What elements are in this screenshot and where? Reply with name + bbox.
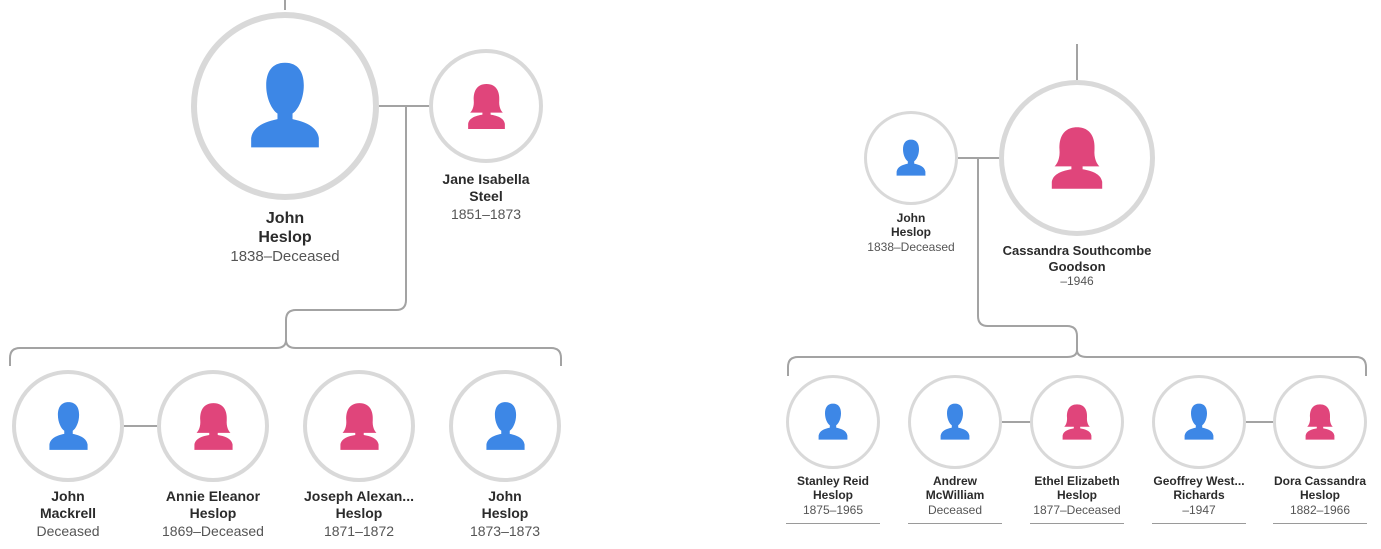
- female-person-icon: [193, 402, 233, 450]
- person-life-dates: 1838–Deceased: [230, 248, 340, 266]
- person-avatar-circle[interactable]: [864, 111, 958, 205]
- person-avatar-circle[interactable]: [191, 12, 379, 200]
- person-underline: [1152, 523, 1246, 524]
- person-avatar-circle[interactable]: [908, 375, 1002, 469]
- person-life-dates: –1946: [1060, 274, 1094, 289]
- person-life-dates: 1873–1873: [469, 522, 541, 539]
- person-info: John Heslop 1873–1873: [395, 488, 615, 540]
- person-first-name: Jane Isabella: [442, 171, 530, 187]
- person-avatar-circle[interactable]: [157, 370, 269, 482]
- male-person-icon: [48, 401, 88, 450]
- left-family-bracket-b: [285, 339, 562, 366]
- person-info: Cassandra Southcombe Goodson –1946: [967, 243, 1187, 290]
- person-last-name: Heslop: [1299, 488, 1340, 503]
- person-avatar-circle[interactable]: [1030, 375, 1124, 469]
- female-person-icon: [1051, 127, 1103, 189]
- person-first-name: John: [265, 210, 305, 227]
- male-person-icon: [896, 139, 926, 176]
- person-avatar-circle[interactable]: [449, 370, 561, 482]
- person-avatar-circle[interactable]: [303, 370, 415, 482]
- female-person-icon: [467, 83, 505, 129]
- person-underline: [1030, 523, 1124, 524]
- family-tree-canvas: John Heslop 1838–Deceased Jane Isabella Stee…: [0, 0, 1381, 549]
- person-info: Dora Cassandra Heslop 1882–1966: [1210, 474, 1381, 518]
- person-avatar-circle[interactable]: [999, 80, 1155, 236]
- female-person-icon: [1062, 404, 1092, 440]
- person-avatar-circle[interactable]: [1273, 375, 1367, 469]
- person-last-name: Heslop: [481, 504, 529, 521]
- female-person-icon: [339, 402, 379, 450]
- person-avatar-circle[interactable]: [429, 49, 543, 163]
- person-avatar-circle[interactable]: [12, 370, 124, 482]
- person-life-dates: 1882–1966: [1289, 502, 1351, 517]
- person-first-name: Cassandra Southcombe: [1002, 243, 1152, 258]
- person-underline: [1273, 523, 1367, 524]
- male-person-icon: [251, 62, 319, 148]
- person-last-name: Goodson: [1048, 258, 1106, 274]
- male-person-icon: [818, 403, 848, 440]
- person-first-name: Dora Cassandra: [1273, 474, 1367, 488]
- female-person-icon: [1305, 404, 1335, 440]
- person-info: Jane Isabella Steel 1851–1873: [376, 171, 596, 223]
- person-last-name: Heslop: [890, 225, 931, 240]
- person-avatar-circle[interactable]: [786, 375, 880, 469]
- person-first-name: John: [896, 211, 926, 225]
- person-info: John Heslop 1838–Deceased: [175, 209, 395, 267]
- male-person-icon: [485, 401, 525, 450]
- person-underline: [908, 523, 1002, 524]
- right-family-bracket-b: [1076, 349, 1367, 376]
- person-avatar-circle[interactable]: [1152, 375, 1246, 469]
- person-last-name: Steel: [469, 187, 503, 204]
- person-underline: [786, 523, 880, 524]
- male-person-icon: [1184, 403, 1214, 440]
- person-last-name: Heslop: [258, 229, 312, 247]
- male-person-icon: [940, 403, 970, 440]
- person-first-name: John: [488, 488, 522, 504]
- person-life-dates: 1851–1873: [450, 205, 522, 222]
